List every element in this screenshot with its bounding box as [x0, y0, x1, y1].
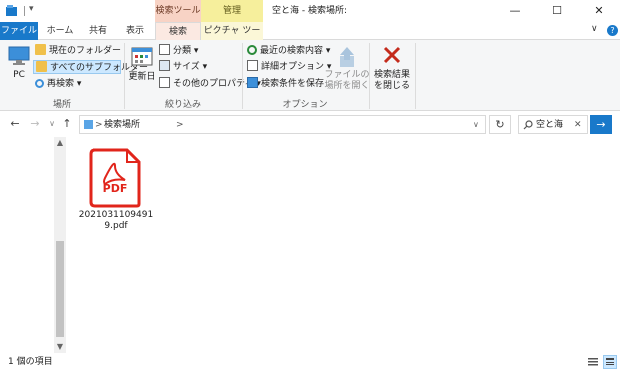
tab-search[interactable]: 検索	[155, 22, 201, 41]
search-results-icon	[84, 120, 93, 129]
pdf-badge: PDF	[102, 182, 128, 195]
breadcrumb-chevron[interactable]: >	[176, 118, 184, 132]
refine-group-label: 絞り込み	[164, 100, 201, 110]
minimize-button[interactable]: —	[494, 0, 536, 22]
window-title: 空と海 - 検索場所:	[272, 6, 348, 16]
details-view-icon[interactable]	[587, 356, 599, 368]
folder-icon	[35, 44, 46, 55]
pc-label: PC	[13, 70, 25, 80]
vertical-scrollbar[interactable]: ▲ ▼	[54, 137, 66, 353]
current-folder-button[interactable]: 現在のフォルダー	[35, 44, 121, 58]
save-search-label: 検索条件を保存	[261, 79, 325, 89]
ribbon-collapse-icon[interactable]: ∨	[591, 24, 603, 38]
kind-label: 分類 ▾	[173, 46, 199, 56]
scroll-up-icon[interactable]: ▲	[54, 137, 66, 149]
search-input[interactable]: 空と海 ✕	[518, 115, 588, 134]
forward-button[interactable]: →	[27, 116, 43, 132]
pc-button[interactable]: PC	[6, 44, 32, 90]
search-again-button[interactable]: 再検索 ▾	[35, 77, 81, 91]
address-dropdown-icon[interactable]: ∨	[473, 118, 479, 132]
scrollbar-thumb[interactable]	[56, 241, 64, 337]
help-icon[interactable]: ?	[607, 25, 618, 36]
back-button[interactable]: ←	[7, 116, 23, 132]
computer-icon	[8, 46, 30, 65]
large-icons-glyph-icon	[606, 358, 614, 365]
kind-button[interactable]: 分類 ▾	[159, 44, 198, 58]
advanced-options-label: 詳細オプション ▾	[261, 62, 332, 72]
advanced-options-button[interactable]: 詳細オプション ▾	[247, 60, 331, 74]
close-search-line1: 検索結果	[373, 70, 410, 80]
pdf-file-icon	[89, 148, 141, 208]
title-bar: ▾ 検索ツール 管理 空と海 - 検索場所: — ☐ ✕	[0, 0, 620, 22]
status-bar: 1 個の項目	[0, 353, 620, 371]
tab-file[interactable]: ファイル	[0, 22, 38, 40]
refresh-button[interactable]: ↻	[489, 115, 511, 134]
scroll-down-icon[interactable]: ▼	[54, 341, 66, 353]
open-file-location-button[interactable]: ファイルの 場所を開く	[324, 44, 370, 96]
tab-view[interactable]: 表示	[116, 22, 154, 40]
quick-access-dropdown-icon[interactable]: ▾	[29, 4, 34, 14]
address-row: ← → ∨ ↑ > 検索場所 > ∨ ↻ 空と海 ✕ →	[0, 111, 620, 137]
explorer-app-icon	[6, 5, 17, 16]
item-count: 1 個の項目	[8, 357, 53, 367]
open-location-line1: ファイルの	[324, 70, 370, 80]
search-tools-context-label: 検索ツール	[155, 0, 201, 22]
clear-search-icon[interactable]: ✕	[574, 118, 582, 132]
tab-share[interactable]: 共有	[80, 22, 116, 40]
manage-context-label: 管理	[201, 0, 263, 22]
tab-home[interactable]: ホーム	[40, 22, 80, 40]
recent-searches-button[interactable]: 最近の検索内容 ▾	[247, 44, 330, 58]
recent-searches-label: 最近の検索内容 ▾	[260, 46, 331, 56]
breadcrumb-chevron[interactable]: >	[95, 118, 103, 132]
search-query-text: 空と海	[536, 120, 564, 130]
search-icon	[523, 120, 533, 130]
recent-searches-icon	[247, 45, 257, 55]
up-button[interactable]: ↑	[59, 116, 75, 132]
search-again-label: 再検索 ▾	[47, 79, 82, 89]
save-icon	[247, 77, 258, 88]
advanced-options-icon	[247, 60, 258, 71]
size-icon	[159, 60, 170, 71]
tab-picture-tools[interactable]: ピクチャ ツール	[201, 22, 263, 54]
all-subfolders-button[interactable]: すべてのサブフォルダー	[33, 60, 148, 74]
recent-locations-button[interactable]: ∨	[44, 116, 60, 132]
quick-access-separator	[24, 6, 25, 16]
file-list-pane: ▲ ▼ PDF 20210311094919.pdf	[0, 137, 620, 353]
date-modified-button[interactable]: 更新日	[128, 44, 156, 94]
close-search-icon	[383, 46, 401, 64]
search-icon	[35, 79, 44, 88]
file-name: 20210311094919.pdf	[78, 210, 154, 231]
options-group-label: オプション	[282, 100, 328, 110]
group-separator	[415, 43, 416, 109]
save-search-button[interactable]: 検索条件を保存	[247, 77, 324, 91]
size-label: サイズ ▾	[173, 62, 208, 72]
subfolder-icon	[36, 61, 47, 72]
breadcrumb-search-location[interactable]: 検索場所	[104, 118, 140, 132]
current-folder-label: 現在のフォルダー	[49, 46, 122, 56]
maximize-button[interactable]: ☐	[536, 0, 578, 22]
kind-icon	[159, 44, 170, 55]
calendar-icon	[131, 47, 153, 66]
size-button[interactable]: サイズ ▾	[159, 60, 207, 74]
close-window-button[interactable]: ✕	[578, 0, 620, 22]
location-group-label: 場所	[52, 100, 71, 110]
file-item-pdf[interactable]: PDF 20210311094919.pdf	[76, 145, 156, 237]
ribbon-tab-row: ファイル ホーム 共有 表示 検索 ピクチャ ツール ∨ ?	[0, 22, 620, 54]
other-properties-button[interactable]: その他のプロパティ ▾	[159, 77, 261, 91]
properties-icon	[159, 77, 170, 88]
close-search-line2: を閉じる	[373, 81, 410, 91]
search-go-button[interactable]: →	[590, 115, 612, 134]
ribbon: PC 現在のフォルダー すべてのサブフォルダー 再検索 ▾ 場所 更新日 分類 …	[0, 40, 620, 111]
open-location-icon	[340, 47, 354, 67]
large-icons-view-icon[interactable]	[603, 355, 617, 369]
open-location-line2: 場所を開く	[324, 81, 370, 91]
date-modified-label: 更新日	[128, 72, 156, 82]
address-bar[interactable]: > 検索場所 > ∨	[79, 115, 486, 134]
close-search-button[interactable]: 検索結果 を閉じる	[372, 44, 412, 96]
